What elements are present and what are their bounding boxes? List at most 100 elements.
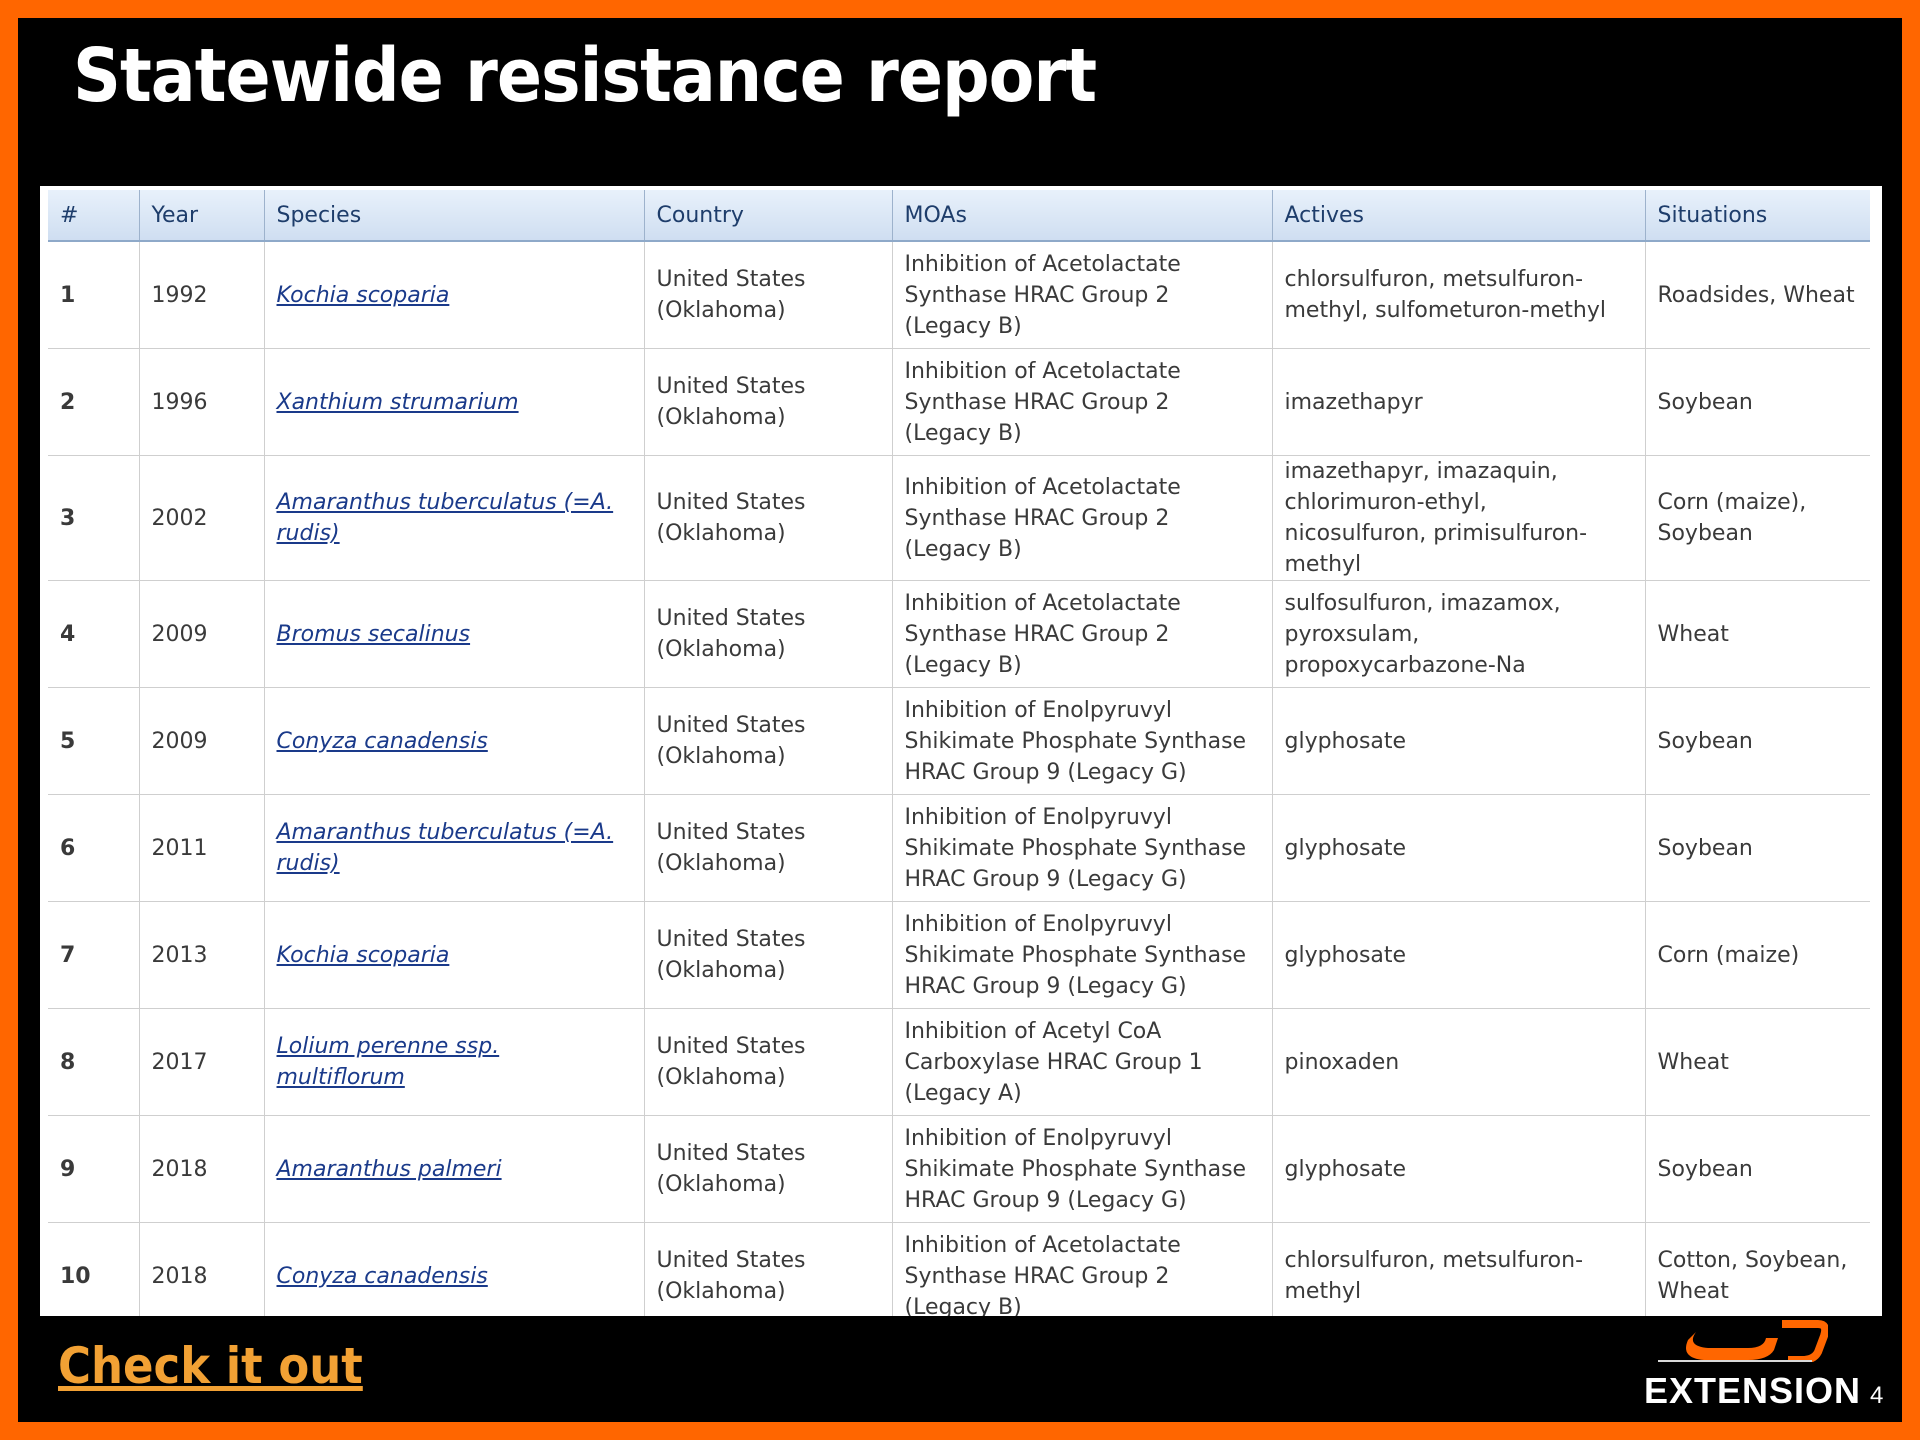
slide: Statewide resistance report # Year Speci… <box>18 18 1902 1422</box>
cell-situations: Cotton, Soybean, Wheat <box>1645 1222 1870 1316</box>
cell-number: 3 <box>48 455 140 581</box>
cell-moa: Inhibition of Enolpyruvyl Shikimate Phos… <box>892 1115 1273 1223</box>
column-header-number[interactable]: # <box>48 190 140 242</box>
cell-species: Amaranthus tuberculatus (=A. rudis) <box>264 455 645 581</box>
cell-species: Conyza canadensis <box>264 687 645 795</box>
cell-situations: Roadsides, Wheat <box>1645 241 1870 349</box>
cell-species: Lolium perenne ssp. multiflorum <box>264 1008 645 1116</box>
species-link[interactable]: Kochia scoparia <box>277 943 450 968</box>
cell-situations: Soybean <box>1645 1115 1870 1223</box>
cell-year: 2009 <box>139 687 265 795</box>
cell-situations: Wheat <box>1645 1008 1870 1116</box>
cell-country: United States (Oklahoma) <box>644 241 893 349</box>
cell-situations: Corn (maize) <box>1645 901 1870 1009</box>
table-row: 3 2002 Amaranthus tuberculatus (=A. rudi… <box>48 455 1870 581</box>
cell-situations: Corn (maize), Soybean <box>1645 455 1870 581</box>
table-row: 10 2018 Conyza canadensis United States … <box>48 1222 1870 1316</box>
cell-country: United States (Oklahoma) <box>644 455 893 581</box>
cell-situations: Soybean <box>1645 794 1870 902</box>
cell-actives: glyphosate <box>1272 1115 1646 1223</box>
extension-logo-text: EXTENSION <box>1644 1370 1862 1411</box>
cell-country: United States (Oklahoma) <box>644 687 893 795</box>
column-header-country[interactable]: Country <box>644 190 893 242</box>
cell-moa: Inhibition of Enolpyruvyl Shikimate Phos… <box>892 687 1273 795</box>
cell-year: 2018 <box>139 1222 265 1316</box>
table-row: 8 2017 Lolium perenne ssp. multiflorum U… <box>48 1008 1870 1116</box>
species-link[interactable]: Lolium perenne ssp. multiflorum <box>277 1034 500 1090</box>
logo-divider <box>1658 1360 1812 1362</box>
cell-country: United States (Oklahoma) <box>644 1115 893 1223</box>
cell-number: 7 <box>48 901 140 1009</box>
cell-country: United States (Oklahoma) <box>644 794 893 902</box>
cell-species: Conyza canadensis <box>264 1222 645 1316</box>
species-link[interactable]: Xanthium strumarium <box>277 390 519 415</box>
table-header-row: # Year Species Country MOAs Actives Situ… <box>48 190 1870 242</box>
species-link[interactable]: Kochia scoparia <box>277 283 450 308</box>
cell-moa: Inhibition of Acetolactate Synthase HRAC… <box>892 348 1273 456</box>
cell-number: 10 <box>48 1222 140 1316</box>
resistance-table-screenshot: # Year Species Country MOAs Actives Situ… <box>40 186 1882 1316</box>
cell-actives: chlorsulfuron, metsulfuron-methyl, sulfo… <box>1272 241 1646 349</box>
table-row: 4 2009 Bromus secalinus United States (O… <box>48 580 1870 688</box>
cell-moa: Inhibition of Acetolactate Synthase HRAC… <box>892 1222 1273 1316</box>
cell-year: 1992 <box>139 241 265 349</box>
species-link[interactable]: Bromus secalinus <box>277 622 471 647</box>
cell-actives: imazethapyr, imazaquin, chlorimuron-ethy… <box>1272 455 1646 581</box>
species-link[interactable]: Amaranthus tuberculatus (=A. rudis) <box>277 820 614 876</box>
cell-actives: sulfosulfuron, imazamox, pyroxsulam, pro… <box>1272 580 1646 688</box>
cell-moa: Inhibition of Enolpyruvyl Shikimate Phos… <box>892 901 1273 1009</box>
cell-situations: Soybean <box>1645 687 1870 795</box>
cell-species: Kochia scoparia <box>264 241 645 349</box>
species-link[interactable]: Amaranthus palmeri <box>277 1157 502 1182</box>
table-row: 9 2018 Amaranthus palmeri United States … <box>48 1115 1870 1223</box>
cell-moa: Inhibition of Acetolactate Synthase HRAC… <box>892 241 1273 349</box>
column-header-year[interactable]: Year <box>139 190 265 242</box>
cell-year: 2011 <box>139 794 265 902</box>
cell-actives: glyphosate <box>1272 687 1646 795</box>
cell-country: United States (Oklahoma) <box>644 348 893 456</box>
cell-year: 2013 <box>139 901 265 1009</box>
page-number: 4 <box>1870 1382 1884 1409</box>
osu-logo-icon <box>1686 1320 1828 1362</box>
cell-year: 2002 <box>139 455 265 581</box>
table-row: 7 2013 Kochia scoparia United States (Ok… <box>48 901 1870 1009</box>
column-header-actives[interactable]: Actives <box>1272 190 1646 242</box>
column-header-species[interactable]: Species <box>264 190 645 242</box>
species-link[interactable]: Conyza canadensis <box>277 729 488 754</box>
cell-situations: Wheat <box>1645 580 1870 688</box>
cell-year: 2009 <box>139 580 265 688</box>
check-it-out-link[interactable]: Check it out <box>58 1336 363 1396</box>
table-row: 6 2011 Amaranthus tuberculatus (=A. rudi… <box>48 794 1870 902</box>
cell-moa: Inhibition of Acetolactate Synthase HRAC… <box>892 580 1273 688</box>
table-row: 2 1996 Xanthium strumarium United States… <box>48 348 1870 456</box>
cell-number: 1 <box>48 241 140 349</box>
cell-species: Amaranthus tuberculatus (=A. rudis) <box>264 794 645 902</box>
cell-species: Amaranthus palmeri <box>264 1115 645 1223</box>
cell-number: 2 <box>48 348 140 456</box>
cell-species: Kochia scoparia <box>264 901 645 1009</box>
species-link[interactable]: Amaranthus tuberculatus (=A. rudis) <box>277 490 614 546</box>
cell-year: 1996 <box>139 348 265 456</box>
table-row: 5 2009 Conyza canadensis United States (… <box>48 687 1870 795</box>
cell-species: Xanthium strumarium <box>264 348 645 456</box>
cell-actives: pinoxaden <box>1272 1008 1646 1116</box>
cell-year: 2018 <box>139 1115 265 1223</box>
cell-moa: Inhibition of Enolpyruvyl Shikimate Phos… <box>892 794 1273 902</box>
cell-number: 6 <box>48 794 140 902</box>
cell-country: United States (Oklahoma) <box>644 901 893 1009</box>
column-header-moas[interactable]: MOAs <box>892 190 1273 242</box>
cell-actives: glyphosate <box>1272 901 1646 1009</box>
species-link[interactable]: Conyza canadensis <box>277 1264 488 1289</box>
column-header-situations[interactable]: Situations <box>1645 190 1870 242</box>
cell-number: 5 <box>48 687 140 795</box>
cell-country: United States (Oklahoma) <box>644 1222 893 1316</box>
cell-actives: glyphosate <box>1272 794 1646 902</box>
table-row: 1 1992 Kochia scoparia United States (Ok… <box>48 241 1870 349</box>
resistance-table: # Year Species Country MOAs Actives Situ… <box>48 190 1870 1316</box>
cell-actives: chlorsulfuron, metsulfuron-methyl <box>1272 1222 1646 1316</box>
cell-moa: Inhibition of Acetolactate Synthase HRAC… <box>892 455 1273 581</box>
cell-actives: imazethapyr <box>1272 348 1646 456</box>
cell-year: 2017 <box>139 1008 265 1116</box>
cell-number: 8 <box>48 1008 140 1116</box>
cell-country: United States (Oklahoma) <box>644 580 893 688</box>
